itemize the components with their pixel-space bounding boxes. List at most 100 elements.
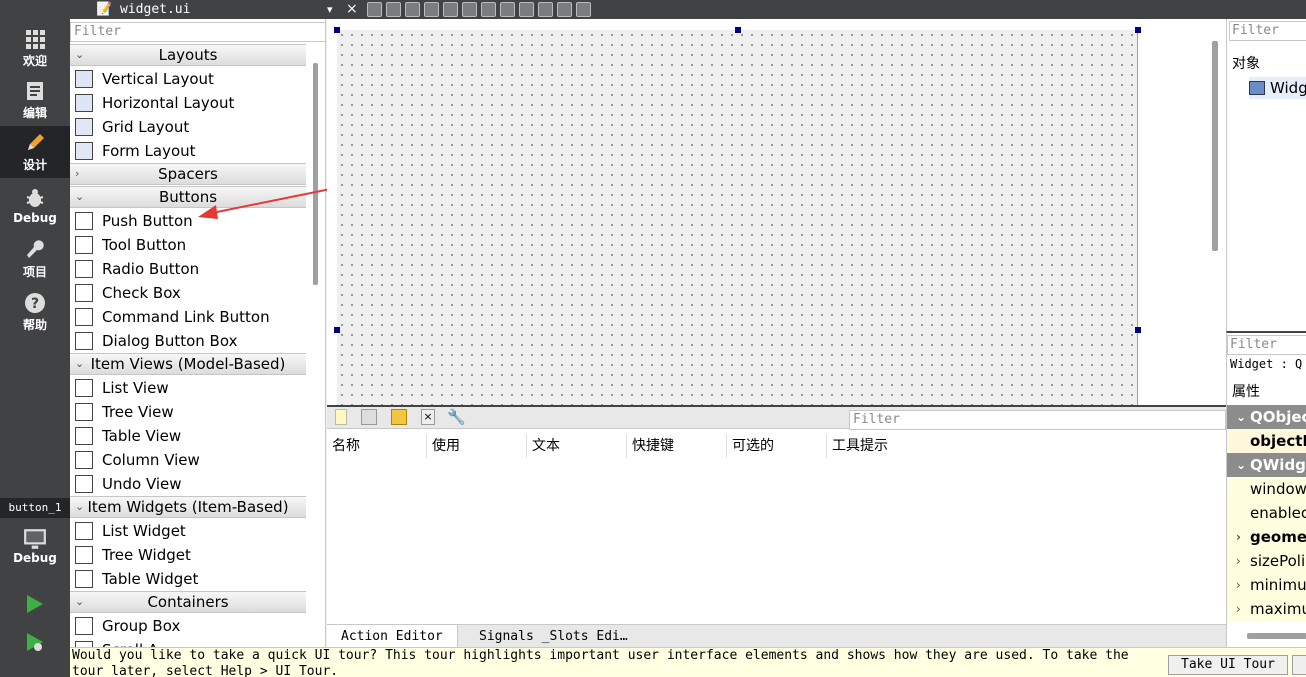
adjust-size-icon[interactable]	[576, 2, 591, 17]
property-row[interactable]: ›geomet	[1227, 525, 1306, 549]
chevron-right-icon[interactable]: ›	[1236, 597, 1241, 621]
wrench-icon	[27, 239, 44, 258]
action-filter-input[interactable]: Filter	[849, 410, 1226, 430]
object-filter-input[interactable]: Filter	[1229, 21, 1306, 41]
property-row[interactable]: enablec	[1227, 501, 1306, 525]
selection-handle[interactable]	[334, 27, 340, 33]
widget-item[interactable]: Check Box	[70, 281, 306, 305]
widget-category[interactable]: ⌄ Layouts	[70, 44, 306, 66]
edit-signals-icon[interactable]	[386, 2, 401, 17]
kit-selector[interactable]: Debug	[0, 520, 70, 572]
mode-help[interactable]: ? 帮助	[0, 286, 70, 338]
column-header[interactable]: 名称	[327, 434, 427, 458]
selection-handle[interactable]	[1135, 27, 1141, 33]
selection-handle[interactable]	[735, 27, 741, 33]
layout-splitter-h-icon[interactable]	[481, 2, 496, 17]
edit-widgets-icon[interactable]	[367, 2, 382, 17]
tour-message: Would you like to take a quick UI tour? …	[72, 648, 1129, 663]
column-header[interactable]: 工具提示	[827, 434, 1226, 458]
object-tree-item[interactable]: Widg	[1249, 77, 1306, 99]
widget-type-icon	[74, 211, 94, 231]
design-canvas	[327, 19, 1226, 405]
column-header[interactable]: 可选的	[727, 434, 827, 458]
widget-category[interactable]: ⌄ Containers	[70, 591, 306, 613]
form-widget[interactable]	[337, 30, 1138, 405]
edit-buddies-icon[interactable]	[405, 2, 420, 17]
layout-grid-icon[interactable]	[519, 2, 534, 17]
debug-run-button[interactable]	[20, 628, 48, 656]
chevron-down-icon[interactable]: ⌄	[1236, 453, 1246, 477]
delete-action-icon[interactable]: ×	[421, 409, 435, 425]
selection-handle[interactable]	[334, 327, 340, 333]
edit-taborder-icon[interactable]	[424, 2, 439, 17]
widget-item[interactable]: Dialog Button Box	[70, 329, 306, 353]
layout-vertical-icon[interactable]	[462, 2, 477, 17]
widget-filter-input[interactable]: Filter	[70, 22, 325, 42]
property-row[interactable]: › minimu	[1227, 573, 1306, 597]
mode-debug[interactable]: Debug	[0, 180, 70, 232]
widget-category[interactable]: ⌄ Item Views (Model-Based)	[70, 353, 306, 375]
mode-edit[interactable]: 编辑	[0, 74, 70, 126]
canvas-scrollbar[interactable]	[1212, 41, 1218, 251]
dismiss-tour-button[interactable]	[1292, 655, 1306, 675]
widget-category[interactable]: ⌄ Item Widgets (Item-Based)	[70, 496, 306, 518]
widget-item[interactable]: Tree Widget	[70, 543, 306, 567]
widget-item[interactable]: Column View	[70, 448, 306, 472]
tab-action-editor[interactable]: Action Editor	[327, 625, 458, 649]
widget-item[interactable]: Table View	[70, 424, 306, 448]
selection-handle[interactable]	[1135, 327, 1141, 333]
widget-item[interactable]: Form Layout	[70, 139, 306, 163]
widget-item[interactable]: Table Widget	[70, 567, 306, 591]
widget-item[interactable]: Tree View	[70, 400, 306, 424]
mode-projects[interactable]: 项目	[0, 233, 70, 285]
widget-item[interactable]: List View	[70, 376, 306, 400]
chevron-right-icon[interactable]: ›	[1236, 573, 1241, 597]
layout-splitter-v-icon[interactable]	[500, 2, 515, 17]
widget-item[interactable]: Group Box	[70, 614, 306, 638]
layout-horizontal-icon[interactable]	[443, 2, 458, 17]
widget-box-scrollbar[interactable]	[313, 63, 318, 285]
configure-icon[interactable]: 🔧	[447, 408, 466, 426]
column-header[interactable]: 快捷键	[627, 434, 727, 458]
property-row[interactable]: › maximu	[1227, 597, 1306, 621]
property-row[interactable]: ›sizePolic	[1227, 549, 1306, 573]
column-header[interactable]: 文本	[527, 434, 627, 458]
break-layout-icon[interactable]	[557, 2, 572, 17]
mode-welcome[interactable]: 欢迎	[0, 22, 70, 74]
chevron-down-icon[interactable]: ⌄	[1236, 405, 1246, 429]
widget-item[interactable]: List Widget	[70, 519, 306, 543]
document-edit-icon	[27, 81, 43, 100]
play-icon	[27, 595, 43, 613]
take-ui-tour-button[interactable]: Take UI Tour	[1168, 655, 1288, 675]
widget-type-icon	[74, 450, 94, 470]
property-class-row[interactable]: ⌄ QObjec	[1227, 405, 1306, 429]
widget-item[interactable]: Horizontal Layout	[70, 91, 306, 115]
widget-item[interactable]: Tool Button	[70, 233, 306, 257]
widget-item[interactable]: Vertical Layout	[70, 67, 306, 91]
paste-action-icon[interactable]	[391, 409, 407, 425]
close-document-icon[interactable]: ×	[346, 0, 358, 19]
column-header[interactable]: 使用	[427, 434, 527, 458]
new-action-icon[interactable]	[335, 409, 347, 425]
widget-item[interactable]: Radio Button	[70, 257, 306, 281]
property-row[interactable]: window	[1227, 477, 1306, 501]
layout-form-icon[interactable]	[538, 2, 553, 17]
run-button[interactable]	[20, 590, 48, 618]
copy-action-icon[interactable]	[361, 409, 377, 425]
chevron-right-icon[interactable]: ›	[1236, 525, 1241, 549]
tab-signals-slots[interactable]: Signals _Slots Edi…	[465, 625, 642, 649]
document-tab[interactable]: 📝 widget.ui	[96, 0, 190, 19]
widget-item[interactable]: Undo View	[70, 472, 306, 496]
property-class-row[interactable]: ⌄QWidge	[1227, 453, 1306, 477]
widget-item[interactable]: Grid Layout	[70, 115, 306, 139]
property-row[interactable]: objectN	[1227, 429, 1306, 453]
property-filter-input[interactable]: Filter	[1227, 335, 1306, 355]
widget-box: Filter ⌄ Layouts Vertical Layout Horizontal…	[70, 19, 326, 647]
widget-item[interactable]: Scroll A	[70, 638, 306, 647]
widget-item[interactable]: Command Link Button	[70, 305, 306, 329]
chevron-right-icon[interactable]: ›	[1236, 549, 1241, 573]
document-dropdown-icon[interactable]: ▾	[327, 0, 333, 19]
object-column-header: 对象	[1232, 56, 1260, 72]
property-hscrollbar[interactable]	[1247, 633, 1306, 639]
mode-design[interactable]: 设计	[0, 126, 70, 178]
